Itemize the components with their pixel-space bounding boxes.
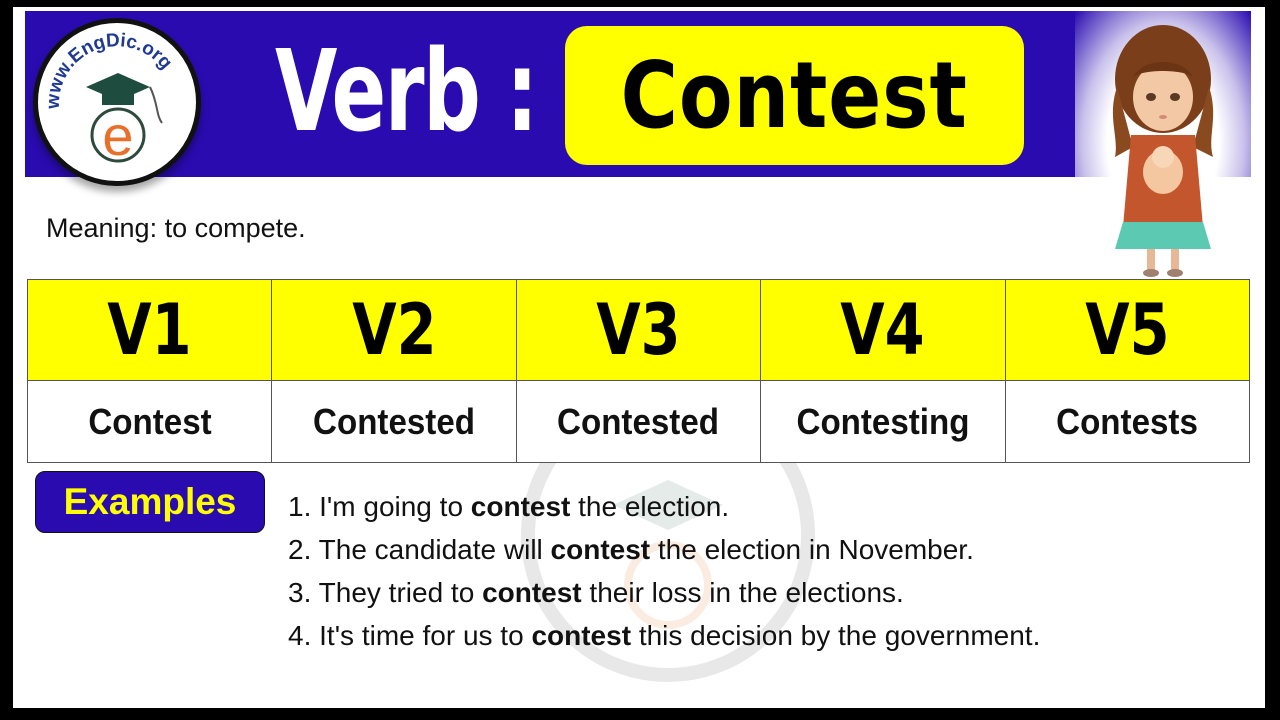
- examples-badge: Examples: [35, 471, 265, 533]
- list-item: 2. The candidate will contest the electi…: [288, 534, 974, 565]
- logo-letter: e: [102, 104, 133, 167]
- graduation-cap-icon: www.EngDic.org e: [43, 30, 177, 167]
- verb-forms-table: V1 V2 V3 V4 V5 Contest Contested Contest…: [26, 279, 1251, 463]
- cell-v2: Contested: [271, 380, 517, 463]
- cell-v5: Contests: [1004, 380, 1251, 463]
- header-v3: V3: [515, 279, 762, 381]
- meaning-text: Meaning: to compete.: [46, 213, 306, 243]
- header-v5: V5: [1004, 279, 1251, 381]
- word-title: Contest: [620, 42, 969, 149]
- engdic-logo[interactable]: www.EngDic.org e: [33, 18, 201, 186]
- list-item: 1. I'm going to contest the election.: [288, 491, 730, 522]
- keyword: contest: [531, 620, 632, 651]
- table-header-row: V1 V2 V3 V4 V5: [26, 279, 1251, 381]
- verb-card: www.EngDic.org e Verb : Contest Meaning:…: [13, 7, 1265, 708]
- cell-v3: Contested: [515, 380, 762, 463]
- cell-v1: Contest: [26, 380, 273, 463]
- keyword: contest: [482, 577, 582, 608]
- keyword: contest: [470, 491, 571, 522]
- header-v2: V2: [271, 279, 517, 381]
- verb-label: Verb :: [275, 27, 538, 157]
- list-item: 4. It's time for us to contest this deci…: [288, 620, 1041, 651]
- examples-label: Examples: [63, 481, 237, 522]
- girl-with-cat-illustration: [1112, 25, 1214, 277]
- examples-list: 1. I'm going to contest the election. 2.…: [288, 485, 1040, 657]
- keyword: contest: [550, 534, 651, 565]
- cell-v4: Contesting: [760, 380, 1006, 463]
- header-v1: V1: [26, 279, 273, 381]
- header-v4: V4: [760, 279, 1006, 381]
- table-row: Contest Contested Contested Contesting C…: [26, 380, 1251, 463]
- list-item: 3. They tried to contest their loss in t…: [288, 577, 904, 608]
- word-box: Contest: [565, 26, 1024, 165]
